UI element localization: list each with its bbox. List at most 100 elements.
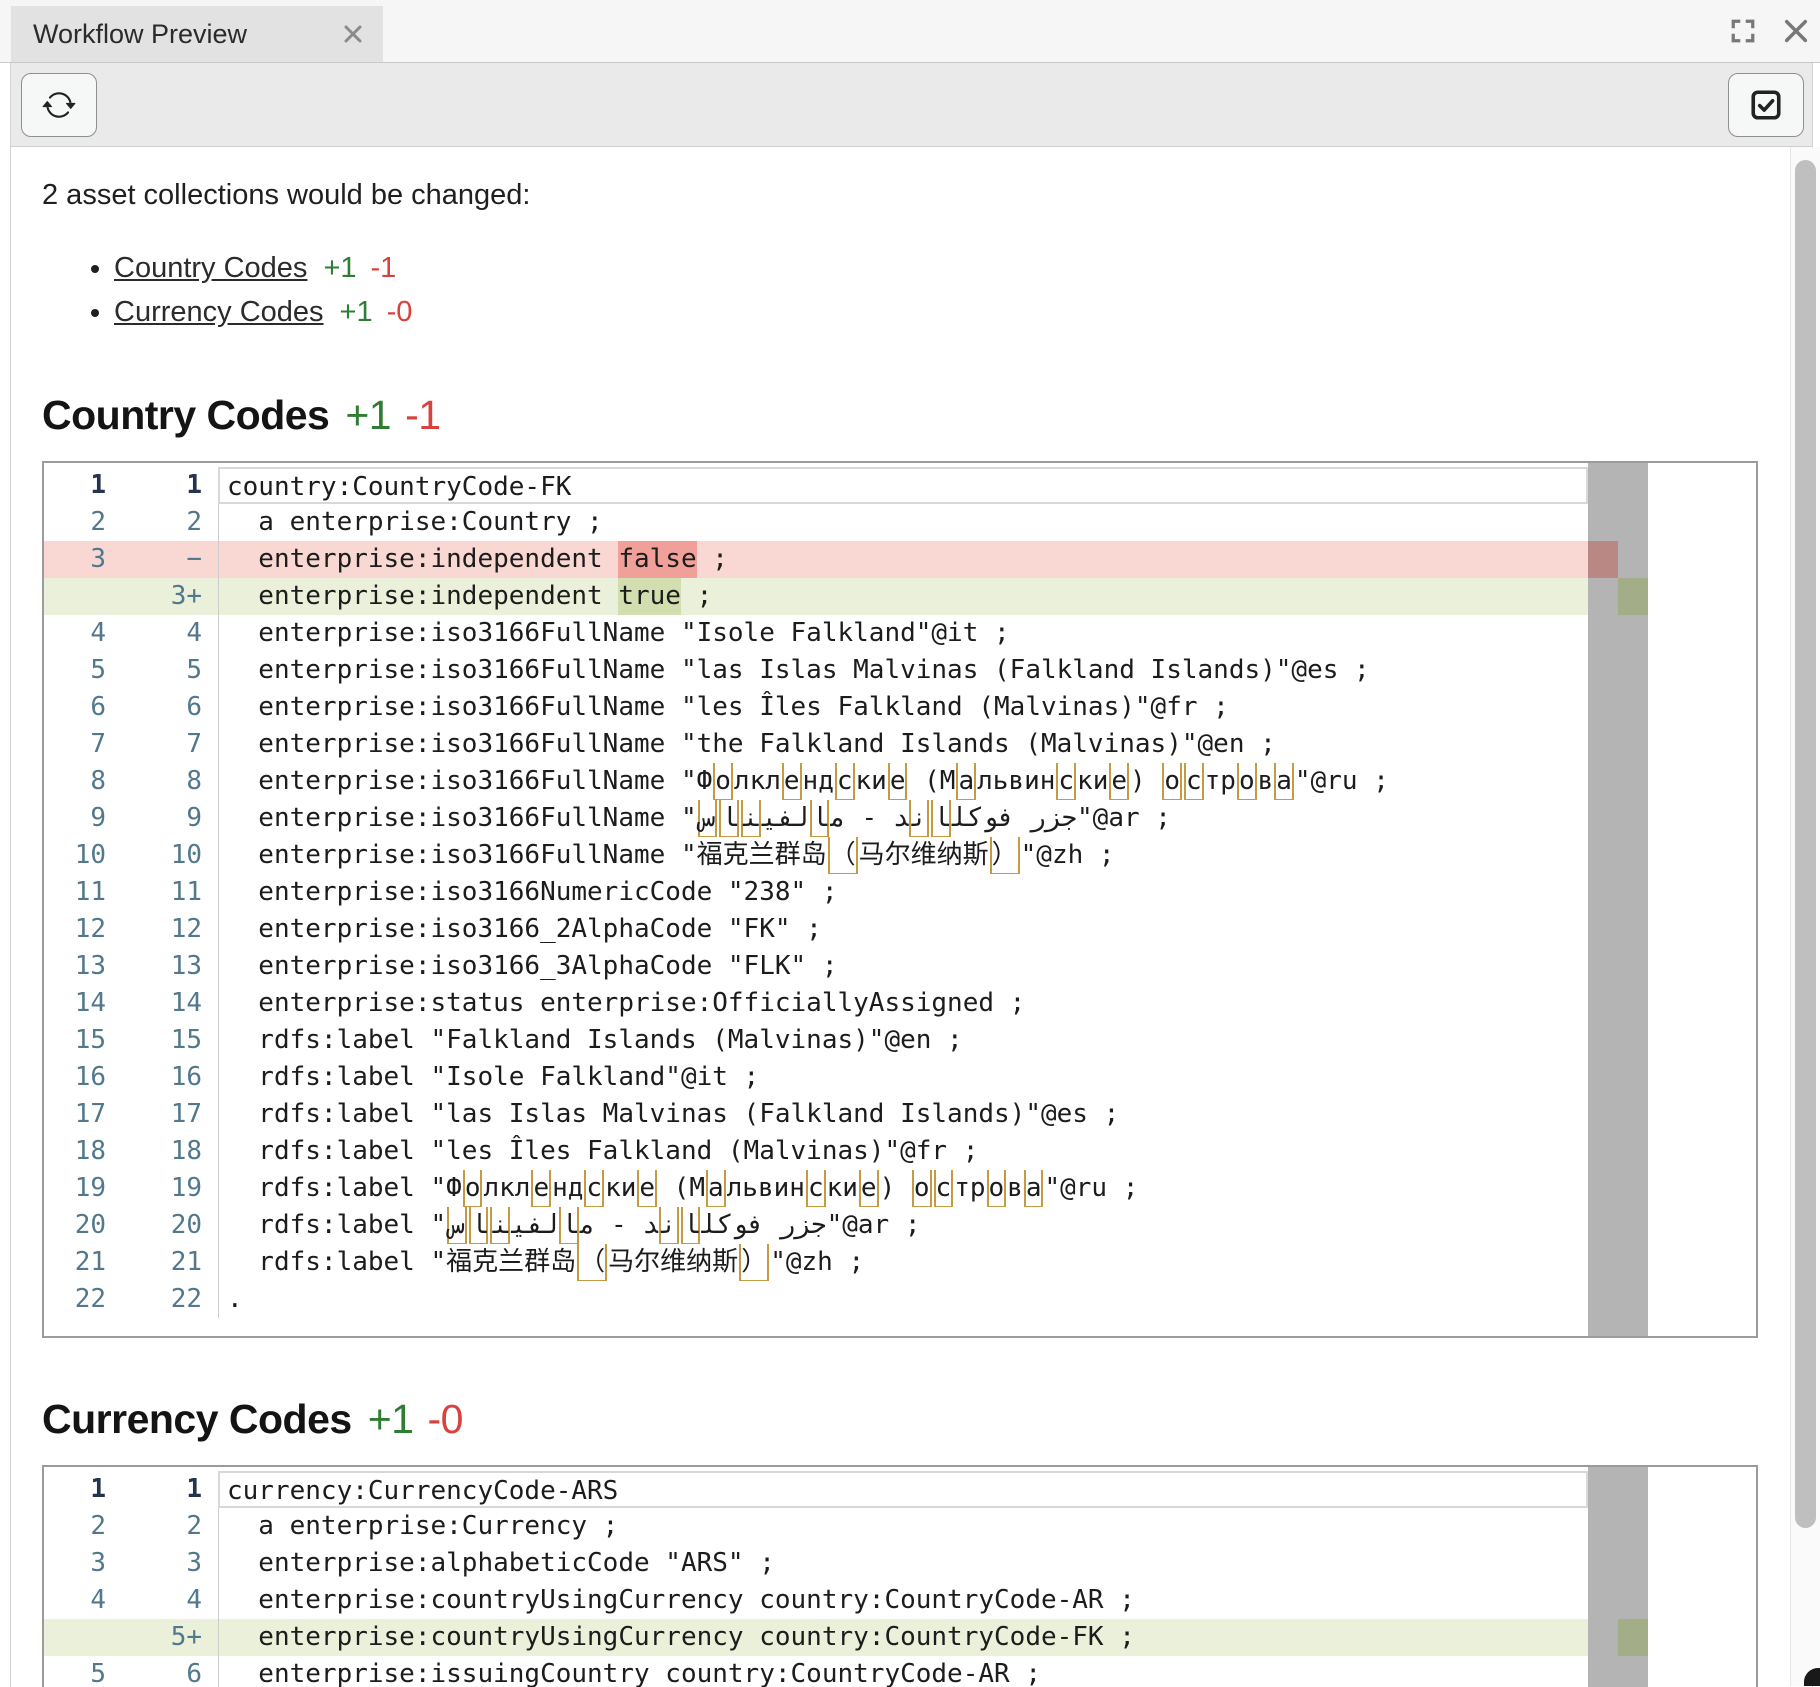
added-change-marker [1618,578,1648,615]
overview-ruler [1588,463,1648,1336]
collection-link-currency-codes[interactable]: Currency Codes [114,296,324,328]
diff-row: 3− enterprise:independent false ; [44,541,1588,578]
old-line-number: 1 [44,1471,132,1508]
old-line-number: 3 [44,1545,132,1582]
new-line-number: 21 [132,1244,218,1281]
old-line-number: 3 [44,541,132,578]
new-line-number: 2 [132,1508,218,1545]
section-country-codes: Country Codes+1-1 11country:CountryCode-… [42,392,1812,1338]
code-line: enterprise:iso3166_2AlphaCode "FK" ; [218,911,1588,948]
added-count: +1 [368,1396,414,1442]
ambiguous-unicode-highlight: а [1024,1170,1044,1207]
code-line: enterprise:countryUsingCurrency country:… [218,1582,1588,1619]
old-line-number: 8 [44,763,132,800]
section-currency-codes: Currency Codes+1-0 11currency:CurrencyCo… [42,1396,1812,1687]
confirm-button[interactable] [1728,73,1804,137]
diff-row: 56 enterprise:issuingCountry country:Cou… [44,1656,1588,1687]
collection-list: Country Codes+1-1 Currency Codes+1-0 [42,246,1812,334]
tab-close-icon[interactable] [341,22,365,46]
page-scrollbar-track[interactable] [1790,147,1820,1686]
code-line: rdfs:label "las Islas Malvinas (Falkland… [218,1096,1588,1133]
ambiguous-unicode-highlight: （ [828,837,858,874]
added-change-marker [1618,1619,1648,1656]
close-icon[interactable] [1782,17,1810,45]
code-line: a enterprise:Currency ; [218,1508,1588,1545]
diff-row: 11country:CountryCode-FK [44,467,1588,504]
diff-row: 1414 enterprise:status enterprise:Offici… [44,985,1588,1022]
new-line-number: 16 [132,1059,218,1096]
ambiguous-unicode-highlight: е [637,1170,657,1207]
old-line-number: 7 [44,726,132,763]
tab-workflow-preview[interactable]: Workflow Preview [11,6,383,62]
diff-row: 2020 rdfs:label "جزر فوكلاند - مالفيناس"… [44,1207,1588,1244]
new-line-number: 1 [132,1471,218,1508]
removed-change-marker [1588,541,1618,578]
collection-link-country-codes[interactable]: Country Codes [114,252,307,284]
code-line: enterprise:independent true ; [218,578,1588,615]
changed-word-highlight: true [618,578,681,615]
code-line: enterprise:iso3166_3AlphaCode "FLK" ; [218,948,1588,985]
new-line-number: 5+ [132,1619,218,1656]
ambiguous-unicode-highlight: ن [659,1207,679,1244]
added-count: +1 [345,392,391,438]
new-line-number: 6 [132,1656,218,1687]
page-scrollbar-thumb[interactable] [1795,160,1816,1528]
diff-row: 22 a enterprise:Currency ; [44,1508,1588,1545]
old-line-number: 4 [44,615,132,652]
code-line: rdfs:label "les Îles Falkland (Malvinas)… [218,1133,1588,1170]
fullscreen-icon[interactable] [1730,18,1756,44]
code-line: currency:CurrencyCode-ARS [218,1471,1588,1508]
old-line-number: 2 [44,1508,132,1545]
diff-row: 22 a enterprise:Country ; [44,504,1588,541]
ambiguous-unicode-highlight: с [934,1170,954,1207]
new-line-number: 4 [132,1582,218,1619]
new-line-number: 3 [132,1545,218,1582]
old-line-number [44,578,132,615]
old-line-number: 10 [44,837,132,874]
section-heading: Currency Codes+1-0 [42,1396,1812,1443]
code-line: enterprise:iso3166FullName "جزر فوكلاند … [218,800,1588,837]
code-line: rdfs:label "جزر فوكلاند - مالفيناس"@ar ; [218,1207,1588,1244]
ambiguous-unicode-highlight: ا [681,1207,701,1244]
new-line-number: 14 [132,985,218,1022]
new-line-number: 10 [132,837,218,874]
diff-row: 55 enterprise:iso3166FullName "las Islas… [44,652,1588,689]
toolbar [11,63,1812,147]
ambiguous-unicode-highlight: ا [559,1207,579,1244]
ambiguous-unicode-highlight: ا [719,800,739,837]
diff-row: 1212 enterprise:iso3166_2AlphaCode "FK" … [44,911,1588,948]
new-line-number: 18 [132,1133,218,1170]
diff-rows: 11currency:CurrencyCode-ARS22 a enterpri… [44,1467,1756,1687]
new-line-number: 9 [132,800,218,837]
ambiguous-unicode-highlight: о [1237,763,1257,800]
code-line: enterprise:iso3166NumericCode "238" ; [218,874,1588,911]
ambiguous-unicode-highlight: с [835,763,855,800]
ambiguous-unicode-highlight: ） [990,837,1020,874]
code-line: rdfs:label "Falkland Islands (Malvinas)"… [218,1022,1588,1059]
old-line-number: 11 [44,874,132,911]
diff-row: 1111 enterprise:iso3166NumericCode "238"… [44,874,1588,911]
content: 2 asset collections would be changed: Co… [11,147,1812,1687]
new-line-number: 4 [132,615,218,652]
diff-row: 3+ enterprise:independent true ; [44,578,1588,615]
old-line-number: 18 [44,1133,132,1170]
new-line-number: − [132,541,218,578]
old-line-number: 9 [44,800,132,837]
diff-row: 99 enterprise:iso3166FullName "جزر فوكلا… [44,800,1588,837]
code-line: enterprise:iso3166FullName "les Îles Fal… [218,689,1588,726]
ambiguous-unicode-highlight: о [1162,763,1182,800]
ambiguous-unicode-highlight: с [1184,763,1204,800]
ambiguous-unicode-highlight: ا [469,1207,489,1244]
ambiguous-unicode-highlight: （ [577,1244,607,1281]
diff-row: 1616 rdfs:label "Isole Falkland"@it ; [44,1059,1588,1096]
ambiguous-unicode-highlight: о [713,763,733,800]
new-line-number: 15 [132,1022,218,1059]
ambiguous-unicode-highlight: а [956,763,976,800]
overview-ruler [1588,1467,1648,1687]
removed-count: -1 [405,392,440,438]
refresh-button[interactable] [21,73,97,137]
added-count: +1 [323,252,356,284]
diff-row: 2121 rdfs:label "福克兰群岛（马尔维纳斯）"@zh ; [44,1244,1588,1281]
ambiguous-unicode-highlight: ا [931,800,951,837]
old-line-number: 12 [44,911,132,948]
